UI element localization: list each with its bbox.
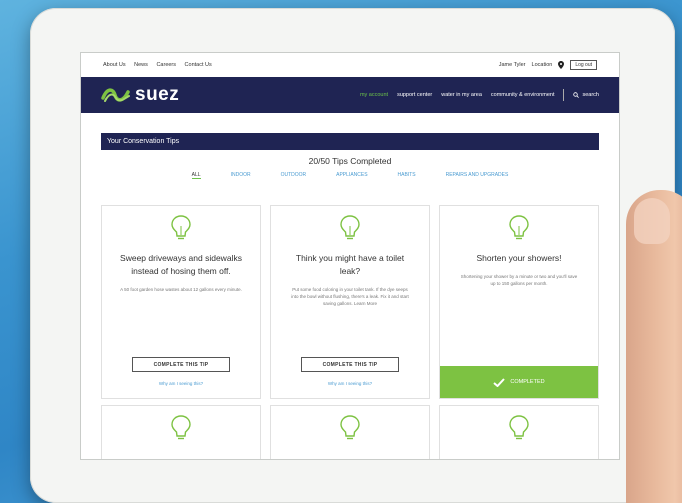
thumbnail — [634, 198, 670, 244]
filter-tabs: ALL INDOOR OUTDOOR APPLIANCES HABITS REP… — [81, 172, 619, 179]
filter-repairs-upgrades[interactable]: REPAIRS AND UPGRADES — [446, 172, 509, 179]
screen: About Us News Careers Contact Us Jame Ty… — [80, 52, 620, 460]
filter-appliances[interactable]: APPLIANCES — [336, 172, 367, 179]
search-link[interactable]: search — [573, 92, 599, 98]
tip-card — [439, 405, 599, 459]
tip-title: Shorten your showers! — [476, 253, 562, 263]
search-label: search — [582, 92, 599, 98]
tip-card — [101, 405, 261, 459]
logo-wave-icon — [101, 88, 130, 102]
complete-tip-button[interactable]: COMPLETE THIS TIP — [132, 357, 230, 372]
nav-item-community-environment[interactable]: community & environment — [491, 92, 555, 98]
tip-card — [270, 405, 430, 459]
search-icon — [573, 92, 580, 98]
nav-item-my-account[interactable]: my account — [360, 92, 388, 98]
tip-card: Think you might have a toilet leak? Put … — [270, 205, 430, 399]
tip-body: A 50 foot garden hose wastes about 12 ga… — [120, 287, 242, 292]
logo-text: suez — [135, 84, 180, 105]
filter-outdoor[interactable]: OUTDOOR — [281, 172, 307, 179]
nav-divider — [563, 89, 565, 101]
lightbulb-icon — [171, 215, 191, 240]
section-title: Your Conservation Tips — [107, 138, 180, 145]
tip-body: Shortening your shower by a minute or tw… — [460, 274, 578, 286]
lightbulb-icon — [340, 415, 360, 440]
contact-link[interactable]: Contact Us — [185, 62, 212, 68]
account-area: Jame Tyler Location Log out — [499, 60, 597, 70]
location-pin-icon[interactable] — [558, 61, 565, 69]
tip-title: Think you might have a toilet leak? — [295, 253, 405, 276]
checkmark-icon — [493, 377, 506, 387]
filter-all[interactable]: ALL — [191, 172, 201, 179]
why-seeing-link[interactable]: Why am I seeing this? — [271, 381, 429, 386]
suez-logo[interactable]: suez — [101, 84, 179, 106]
utility-bar: About Us News Careers Contact Us Jame Ty… — [81, 53, 619, 77]
why-seeing-link[interactable]: Why am I seeing this? — [102, 381, 260, 386]
tip-body: Put some food coloring in your toilet ta… — [291, 287, 409, 306]
nav-links: my account support center water in my ar… — [360, 89, 599, 101]
tips-progress: 20/50 Tips Completed — [308, 156, 392, 166]
section-title-bar: Your Conservation Tips — [101, 133, 599, 150]
tip-card: Sweep driveways and sidewalks instead of… — [101, 205, 261, 399]
nav-item-water-in-my-area[interactable]: water in my area — [441, 92, 482, 98]
careers-link[interactable]: Careers — [156, 62, 176, 68]
completed-banner: COMPLETED — [440, 366, 598, 398]
complete-tip-button[interactable]: COMPLETE THIS TIP — [301, 357, 399, 372]
lightbulb-icon — [171, 415, 191, 440]
tip-card-completed: Shorten your showers! Shortening your sh… — [439, 205, 599, 399]
logout-button[interactable]: Log out — [570, 60, 597, 70]
completed-label: COMPLETED — [510, 379, 545, 385]
lightbulb-icon — [509, 215, 529, 240]
lightbulb-icon — [340, 215, 360, 240]
tip-title: Sweep driveways and sidewalks instead of… — [120, 253, 242, 276]
filter-indoor[interactable]: INDOOR — [231, 172, 251, 179]
nav-item-support-center[interactable]: support center — [397, 92, 432, 98]
location-link[interactable]: Location — [532, 62, 553, 68]
lightbulb-icon — [509, 415, 529, 440]
filter-habits[interactable]: HABITS — [398, 172, 416, 179]
utility-links: About Us News Careers Contact Us — [103, 62, 219, 68]
tip-cards: Sweep driveways and sidewalks instead of… — [101, 205, 599, 459]
main-nav: suez my account support center water in … — [81, 77, 619, 113]
user-name[interactable]: Jame Tyler — [499, 62, 526, 68]
news-link[interactable]: News — [134, 62, 148, 68]
about-link[interactable]: About Us — [103, 62, 126, 68]
